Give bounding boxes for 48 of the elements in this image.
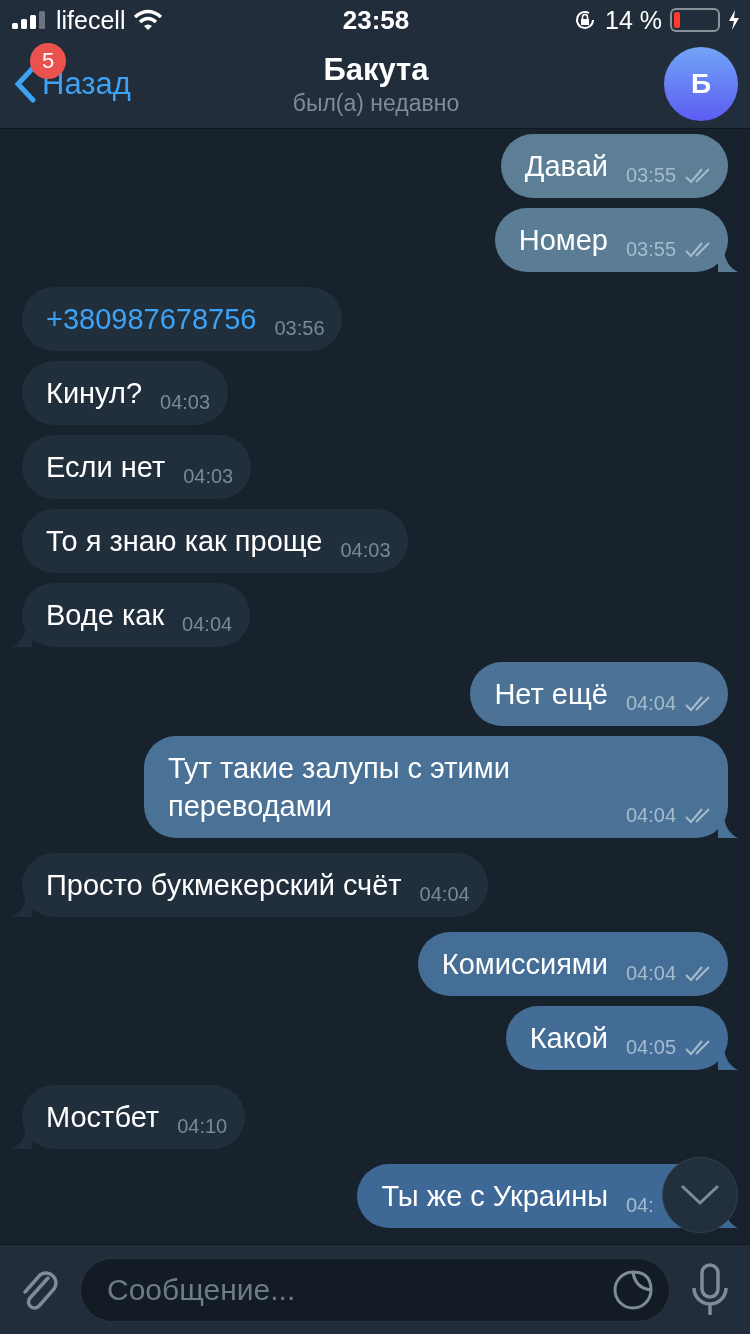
message-text: То я знаю как проще <box>46 524 323 559</box>
message-time: 04: <box>626 1194 655 1217</box>
message-text: Мостбет <box>46 1100 160 1135</box>
message-time: 04:04 <box>626 962 678 985</box>
message-text: Кинул? <box>46 376 143 411</box>
chevron-down-icon <box>680 1184 720 1206</box>
charging-bolt-icon <box>728 10 740 30</box>
message-time: 04:10 <box>177 1115 229 1138</box>
message-time: 04:03 <box>183 465 235 488</box>
last-seen-status: был(а) недавно <box>292 89 460 117</box>
double-check-icon <box>684 1038 712 1057</box>
chevron-left-icon <box>14 65 36 103</box>
message-text: Тут такие залупы с этими переводами <box>168 751 511 824</box>
message-text: Нет ещё <box>494 677 608 712</box>
message-text: Какой <box>529 1021 608 1056</box>
message-input-field[interactable]: Сообщение... <box>80 1257 670 1322</box>
double-check-icon <box>684 806 712 825</box>
wifi-icon <box>133 9 164 31</box>
phone-link[interactable]: +380987678756 <box>46 300 257 338</box>
message-text: Если нет <box>46 450 166 485</box>
status-time: 23:58 <box>342 4 410 36</box>
message-time: 04:05 <box>626 1036 678 1059</box>
signal-icon <box>12 11 48 29</box>
double-check-icon <box>684 240 712 259</box>
battery-icon <box>670 8 720 32</box>
message-text: Воде как <box>46 598 165 633</box>
message-text: Давай <box>524 149 608 184</box>
message-time: 04:03 <box>340 539 392 562</box>
rotation-lock-icon <box>573 8 597 32</box>
message-text: Комиссиями <box>441 947 608 982</box>
message-time: 03:56 <box>274 317 326 340</box>
double-check-icon <box>684 166 712 185</box>
battery-percent: 14 % <box>605 5 662 35</box>
message-time: 04:04 <box>419 883 471 906</box>
message-time: 03:55 <box>626 164 678 187</box>
carrier-name: lifecell <box>56 5 126 35</box>
message-time: 03:55 <box>626 238 678 261</box>
message-text: Ты же с Украины <box>381 1179 608 1214</box>
message-time: 04:04 <box>626 804 678 827</box>
message-time: 04:04 <box>182 613 234 636</box>
message-text: Номер <box>518 223 608 258</box>
avatar[interactable]: Б <box>664 47 738 121</box>
chat-title: Бакута <box>323 51 429 88</box>
double-check-icon <box>684 964 712 983</box>
message-time: 04:04 <box>626 692 678 715</box>
message-time: 04:03 <box>160 391 212 414</box>
message-text: Просто букмекерский счёт <box>46 868 402 903</box>
double-check-icon <box>684 694 712 713</box>
